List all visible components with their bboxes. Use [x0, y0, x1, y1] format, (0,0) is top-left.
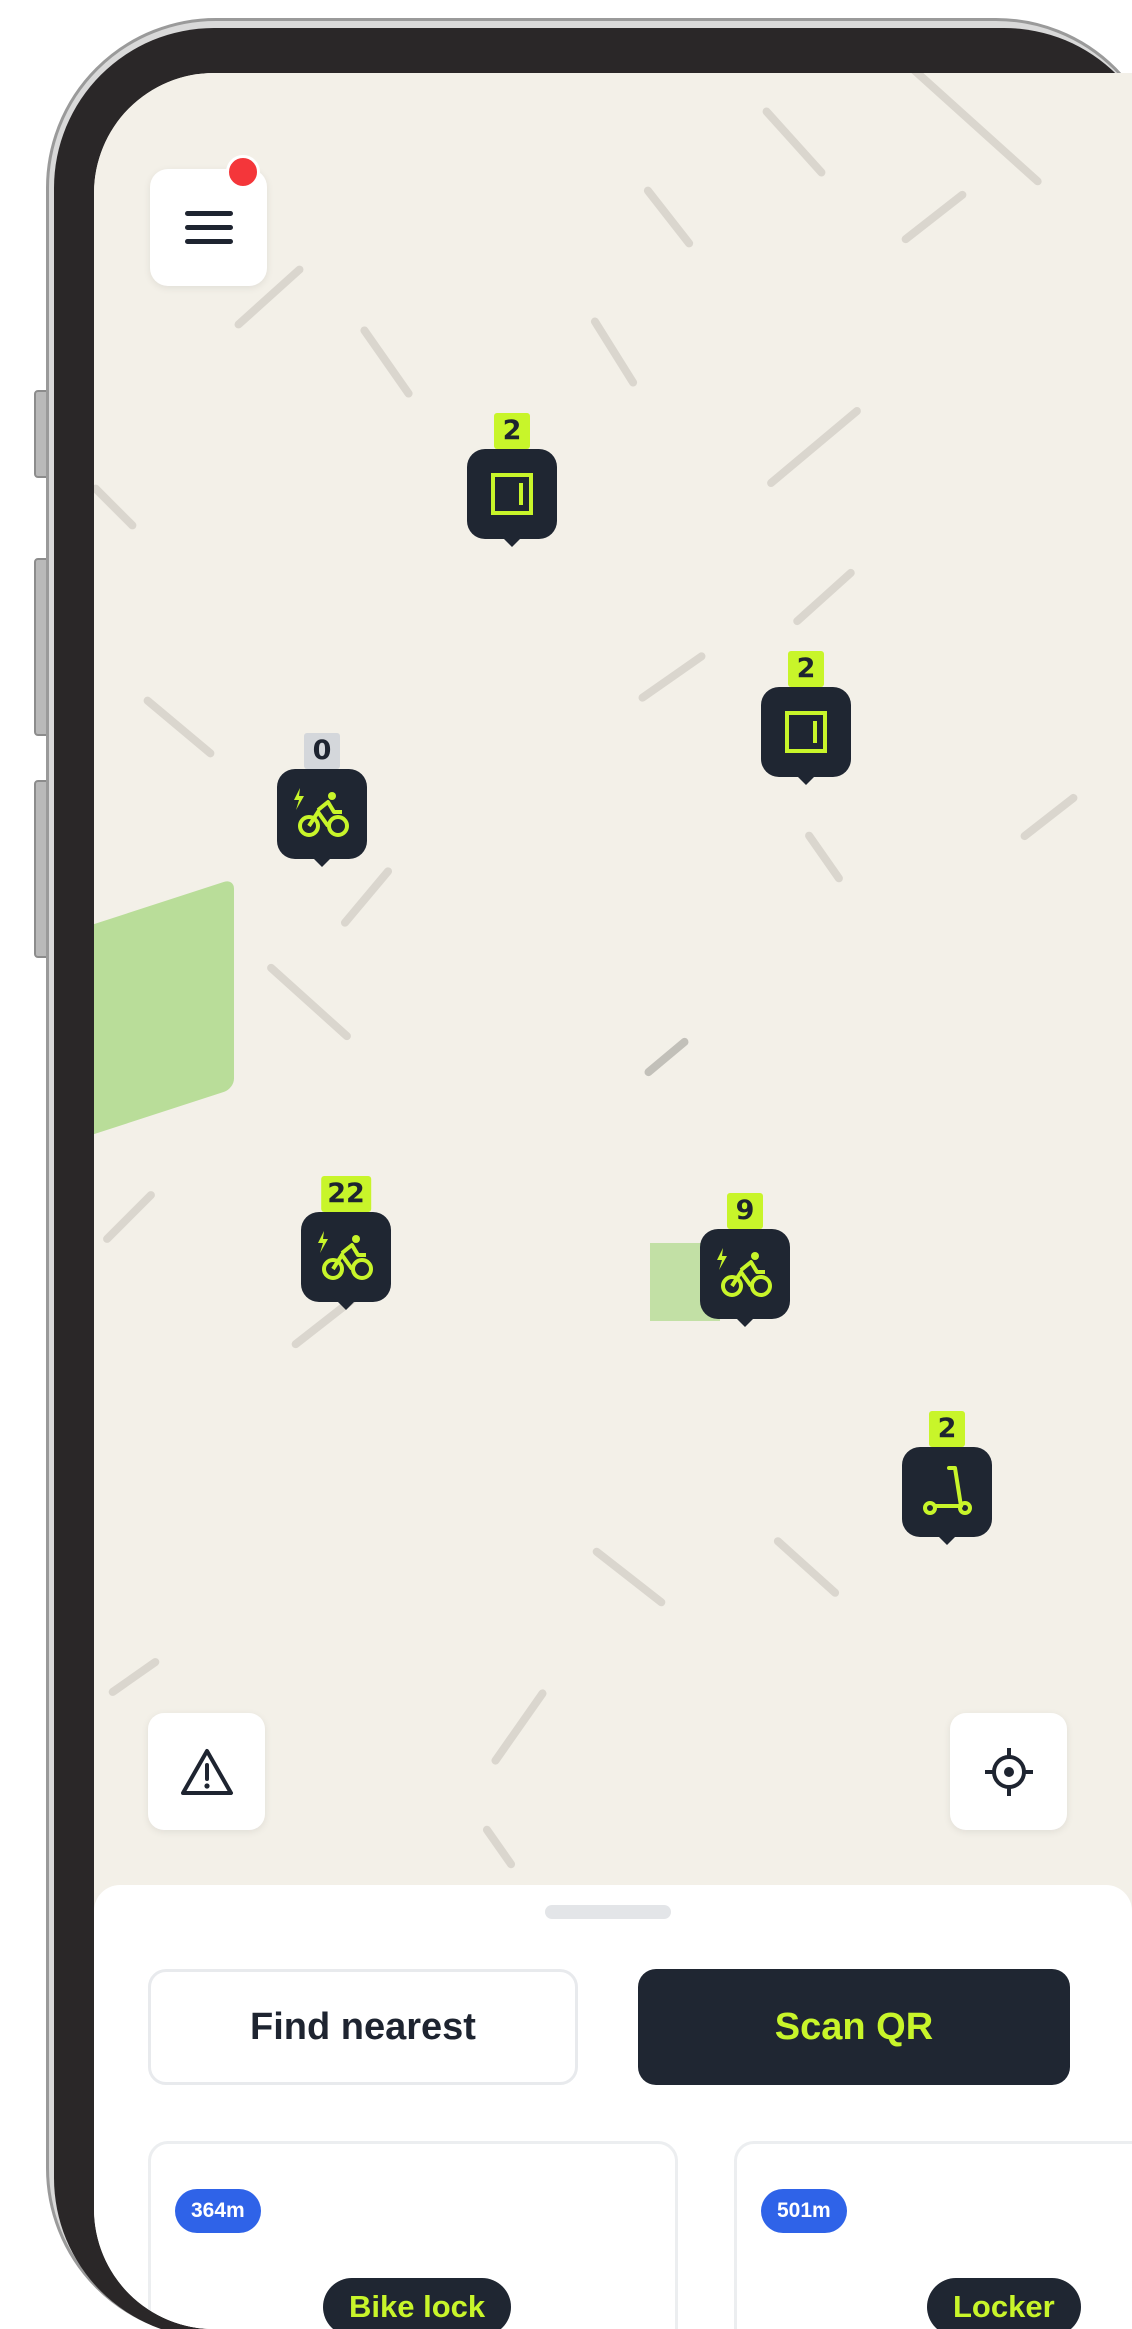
bottom-sheet: Find nearest Scan QR 364m Bike lock 501m… [94, 1885, 1132, 2329]
crosshair-icon [984, 1747, 1033, 1796]
map-road [642, 1036, 691, 1078]
menu-icon [184, 210, 233, 245]
map-road [589, 315, 639, 389]
map-road [760, 105, 828, 179]
find-nearest-button[interactable]: Find nearest [148, 1969, 578, 2085]
marker-pointer [498, 533, 526, 547]
marker-pointer [731, 1313, 759, 1327]
map-road [107, 1656, 161, 1698]
e-bike-icon [717, 1248, 772, 1297]
map-road [900, 189, 968, 245]
warning-icon [180, 1748, 233, 1795]
marker-count-badge: 9 [727, 1193, 763, 1229]
type-pill: Locker [927, 2278, 1081, 2329]
scan-qr-button[interactable]: Scan QR [638, 1969, 1070, 2085]
map-road [636, 650, 708, 704]
nearby-card[interactable]: 501m Locker [734, 2141, 1132, 2329]
park-area [94, 878, 234, 1138]
app-screen: 2 2 0 22 9 2 Find nearest Scan QR 364m B… [94, 73, 1132, 2329]
marker-count-badge: 0 [304, 733, 340, 769]
map-road [642, 184, 695, 250]
map-road [339, 865, 394, 929]
map-road [141, 695, 217, 759]
sheet-drag-handle[interactable] [545, 1905, 671, 1919]
notification-dot [226, 155, 260, 189]
report-issue-button[interactable] [148, 1713, 265, 1830]
map-road [94, 482, 139, 532]
locker-icon [785, 711, 827, 753]
locate-me-button[interactable] [950, 1713, 1067, 1830]
map-road [844, 73, 1044, 187]
scooter-icon [923, 1466, 972, 1515]
map-road [358, 324, 415, 400]
marker-count-badge: 2 [494, 413, 530, 449]
marker-pointer [308, 853, 336, 867]
marker-count-badge: 2 [788, 651, 824, 687]
marker-count-badge: 2 [929, 1411, 965, 1447]
e-bike-icon [294, 788, 349, 837]
nearby-card[interactable]: 364m Bike lock [148, 2141, 678, 2329]
map-road [791, 567, 857, 627]
e-bike-icon [318, 1231, 373, 1280]
map-road [481, 1824, 517, 1870]
locker-icon [491, 473, 533, 515]
map-road [101, 1189, 157, 1245]
map-road [489, 1687, 549, 1767]
map-road [591, 1546, 667, 1608]
map-road [765, 405, 863, 489]
distance-badge: 501m [761, 2189, 847, 2233]
marker-pointer [332, 1296, 360, 1310]
marker-count-badge: 22 [321, 1176, 371, 1212]
map-road [1018, 792, 1080, 842]
map-road [265, 962, 353, 1042]
marker-pointer [933, 1531, 961, 1545]
type-pill: Bike lock [323, 2278, 512, 2329]
map-view[interactable]: 2 2 0 22 9 2 [94, 73, 1132, 1893]
map-road [803, 830, 845, 884]
distance-badge: 364m [175, 2189, 261, 2233]
map-road [772, 1535, 841, 1599]
marker-pointer [792, 771, 820, 785]
